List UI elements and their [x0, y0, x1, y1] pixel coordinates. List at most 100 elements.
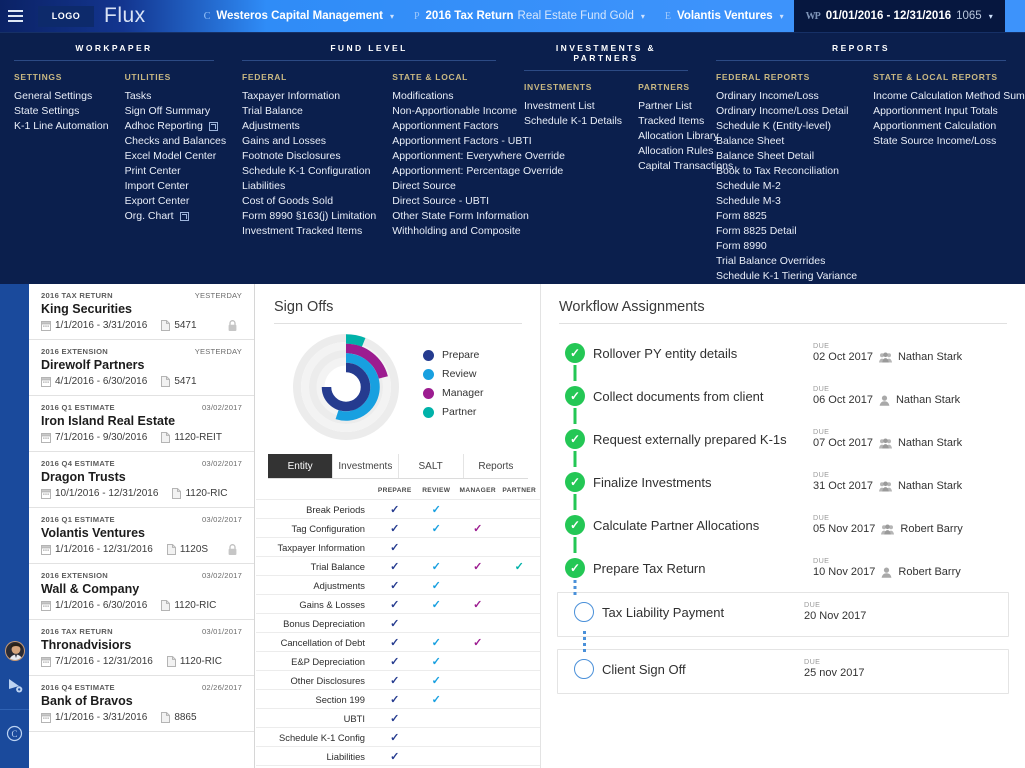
check-circle-icon[interactable]: ✓ [565, 515, 585, 535]
empty-circle-icon[interactable] [574, 659, 594, 679]
mega-menu-item[interactable]: Schedule K-1 Configuration [242, 164, 376, 179]
list-item[interactable]: 2016 TAX RETURN YESTERDAY King Securitie… [29, 284, 254, 340]
signoff-cell[interactable]: ✓ [415, 670, 457, 690]
signoff-cell[interactable]: ✓ [415, 556, 457, 576]
logo-badge[interactable]: LOGO [38, 5, 94, 27]
empty-circle-icon[interactable] [574, 602, 594, 622]
mega-menu-item[interactable]: Balance Sheet Detail [716, 149, 857, 164]
signoff-cell[interactable]: ✓ [415, 518, 457, 538]
workflow-task[interactable]: ✓ Finalize Investments DUE 31 Oct 2017 N… [549, 463, 1017, 510]
mega-menu-item[interactable]: Trial Balance [242, 104, 376, 119]
signoff-cell[interactable] [498, 575, 540, 595]
mega-menu-item[interactable]: Liabilities [242, 179, 376, 194]
mega-menu-item[interactable]: Adjustments [242, 119, 376, 134]
mega-menu-item[interactable]: Taxpayer Information [242, 89, 376, 104]
chevron-down-icon[interactable]: ▾ [641, 12, 645, 21]
signoff-cell[interactable] [457, 613, 499, 633]
signoff-cell[interactable]: ✓ [457, 518, 499, 538]
tab-reports[interactable]: Reports [463, 454, 528, 478]
signoff-cell[interactable] [498, 499, 540, 519]
signoff-cell[interactable] [498, 632, 540, 652]
signoff-cell[interactable] [498, 746, 540, 766]
breadcrumb-item-2[interactable]: E Volantis Ventures ▾ [655, 0, 794, 32]
signoff-cell[interactable]: ✓ [374, 727, 416, 747]
mega-menu-item[interactable]: Form 8825 Detail [716, 224, 857, 239]
chevron-down-icon[interactable]: ▾ [989, 12, 993, 21]
check-circle-icon[interactable]: ✓ [565, 386, 585, 406]
mega-menu-item[interactable]: Print Center [125, 164, 227, 179]
sign-offs-tabs[interactable]: Entity Investments SALT Reports [268, 454, 528, 479]
mega-menu-item[interactable]: State Settings [14, 104, 109, 119]
mega-menu-item[interactable]: Org. Chart [125, 209, 227, 224]
mega-menu-item[interactable]: Schedule K-1 Tiering Variance [716, 269, 857, 284]
hamburger-icon[interactable] [0, 0, 30, 32]
signoff-cell[interactable]: ✓ [415, 651, 457, 671]
mega-menu-item[interactable]: Schedule K-1 Details [524, 114, 622, 129]
tab-entity[interactable]: Entity [268, 454, 334, 478]
signoff-cell[interactable] [457, 727, 499, 747]
workflow-task[interactable]: Client Sign Off DUE 25 nov 2017 [566, 650, 1000, 693]
signoff-cell[interactable] [457, 670, 499, 690]
avatar[interactable] [4, 641, 25, 661]
mega-menu-item[interactable]: Trial Balance Overrides [716, 254, 857, 269]
mega-menu-item[interactable]: Schedule K (Entity-level) [716, 119, 857, 134]
list-item[interactable]: 2016 TAX RETURN 03/01/2017 Thronadvisior… [29, 620, 254, 676]
copyright-icon[interactable]: C [4, 722, 26, 744]
list-item[interactable]: 2016 Q1 ESTIMATE 03/02/2017 Volantis Ven… [29, 508, 254, 564]
list-item[interactable]: 2016 EXTENSION 03/02/2017 Wall & Company… [29, 564, 254, 620]
signoff-cell[interactable]: ✓ [374, 499, 416, 519]
signoff-cell[interactable]: ✓ [415, 632, 457, 652]
signoff-cell[interactable] [457, 689, 499, 709]
mega-menu-item[interactable]: Investment List [524, 99, 622, 114]
check-circle-icon[interactable]: ✓ [565, 472, 585, 492]
signoff-cell[interactable] [415, 613, 457, 633]
signoff-cell[interactable] [498, 613, 540, 633]
workflow-task[interactable]: Tax Liability Payment DUE 20 Nov 2017 [566, 593, 1000, 636]
mega-menu-item[interactable]: Import Center [125, 179, 227, 194]
signoff-cell[interactable] [457, 651, 499, 671]
signoff-cell[interactable] [498, 708, 540, 728]
workflow-task[interactable]: ✓ Prepare Tax Return DUE 10 Nov 2017 Rob… [549, 549, 1017, 596]
signoff-cell[interactable]: ✓ [374, 670, 416, 690]
signoff-cell[interactable]: ✓ [374, 537, 416, 557]
list-item[interactable]: 2016 EXTENSION YESTERDAY Direwolf Partne… [29, 340, 254, 396]
mega-menu-item[interactable]: Tasks [125, 89, 227, 104]
mega-menu-item[interactable]: Book to Tax Reconciliation [716, 164, 857, 179]
breadcrumb-item-3[interactable]: WP 01/01/2016 - 12/31/2016 1065 ▾ [793, 0, 1005, 32]
signoff-cell[interactable]: ✓ [374, 518, 416, 538]
workflow-task[interactable]: ✓ Calculate Partner Allocations DUE 05 N… [549, 506, 1017, 553]
mega-menu-item[interactable]: Ordinary Income/Loss [716, 89, 857, 104]
workflow-task[interactable]: ✓ Collect documents from client DUE 06 O… [549, 377, 1017, 424]
signoff-cell[interactable] [415, 537, 457, 557]
workflow-task-card[interactable]: Client Sign Off DUE 25 nov 2017 [557, 649, 1009, 694]
signoff-cell[interactable] [415, 727, 457, 747]
signoff-cell[interactable] [415, 746, 457, 766]
mega-menu-item[interactable]: Excel Model Center [125, 149, 227, 164]
signoff-cell[interactable] [457, 499, 499, 519]
workflow-task-card[interactable]: Tax Liability Payment DUE 20 Nov 2017 [557, 592, 1009, 637]
signoff-cell[interactable]: ✓ [374, 632, 416, 652]
signoff-cell[interactable]: ✓ [374, 689, 416, 709]
chevron-down-icon[interactable]: ▾ [390, 12, 394, 21]
breadcrumb-item-0[interactable]: C Westeros Capital Management ▾ [194, 0, 404, 32]
signoff-cell[interactable] [457, 746, 499, 766]
list-item[interactable]: 2016 Q4 ESTIMATE 02/26/2017 Bank of Brav… [29, 676, 254, 732]
signoff-cell[interactable]: ✓ [415, 575, 457, 595]
signoff-cell[interactable] [498, 594, 540, 614]
list-item[interactable]: 2016 Q1 ESTIMATE 03/02/2017 Iron Island … [29, 396, 254, 452]
signoff-cell[interactable]: ✓ [457, 594, 499, 614]
mega-menu-item[interactable]: Schedule M-2 [716, 179, 857, 194]
mega-menu-item[interactable]: Apportionment Input Totals [873, 104, 1025, 119]
mega-menu-item[interactable]: General Settings [14, 89, 109, 104]
mega-menu-item[interactable]: Balance Sheet [716, 134, 857, 149]
workflow-task[interactable]: ✓ Request externally prepared K-1s DUE 0… [549, 420, 1017, 467]
signoff-cell[interactable] [457, 575, 499, 595]
mega-menu-item[interactable]: Schedule M-3 [716, 194, 857, 209]
mega-menu-item[interactable]: Form 8990 §163(j) Limitation [242, 209, 376, 224]
mega-menu-item[interactable]: Adhoc Reporting [125, 119, 227, 134]
mega-menu-item[interactable]: Cost of Goods Sold [242, 194, 376, 209]
mega-menu-item[interactable]: Apportionment Calculation [873, 119, 1025, 134]
chevron-down-icon[interactable]: ▾ [780, 12, 784, 21]
workflow-task[interactable]: ✓ Rollover PY entity details DUE 02 Oct … [549, 334, 1017, 381]
signoff-cell[interactable]: ✓ [374, 575, 416, 595]
